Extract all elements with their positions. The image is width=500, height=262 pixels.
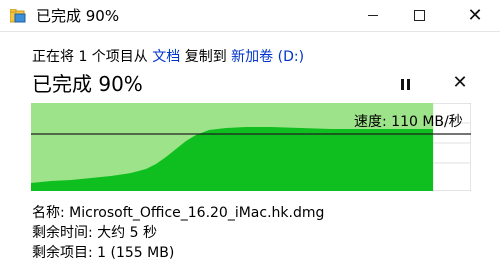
minimize-button[interactable] [350, 0, 396, 31]
maximize-icon [413, 10, 425, 21]
pause-icon-bar [406, 78, 410, 90]
pause-button[interactable] [398, 77, 412, 91]
title-bar: 已完成 90% ✕ [0, 0, 500, 31]
destination-link[interactable]: 新加卷 (D:) [231, 49, 304, 65]
close-icon: ✕ [452, 72, 468, 93]
file-name-value: Microsoft_Office_16.20_iMac.hk.dmg [69, 205, 325, 221]
file-name-row: 名称: Microsoft_Office_16.20_iMac.hk.dmg [32, 205, 324, 222]
copy-prefix-text: 正在将 1 个项目从 [32, 49, 148, 65]
title-divider [0, 31, 500, 32]
maximize-button[interactable] [396, 0, 442, 31]
window-title: 已完成 90% [36, 7, 120, 25]
speed-label: 速度: 110 MB/秒 [354, 114, 463, 130]
source-link[interactable]: 文档 [152, 49, 180, 65]
items-remaining-label: 剩余项目: [32, 245, 93, 261]
items-remaining-row: 剩余项目: 1 (155 MB) [32, 245, 174, 262]
time-remaining-value: 大约 5 秒 [97, 225, 157, 241]
minimize-icon [368, 15, 378, 16]
folder-copy-icon [10, 9, 26, 23]
time-remaining-row: 剩余时间: 大约 5 秒 [32, 225, 157, 242]
items-remaining-value: 1 (155 MB) [97, 245, 175, 261]
progress-status: 已完成 90% [32, 72, 143, 96]
copy-description: 正在将 1 个项目从 文档 复制到 新加卷 (D:) [32, 49, 304, 66]
file-name-label: 名称: [32, 205, 65, 221]
copy-middle-text: 复制到 [184, 49, 227, 65]
time-remaining-label: 剩余时间: [32, 225, 93, 241]
close-icon: ✕ [467, 4, 483, 26]
close-window-button[interactable]: ✕ [452, 0, 498, 31]
pause-icon [400, 78, 404, 90]
cancel-button[interactable]: ✕ [452, 73, 468, 93]
